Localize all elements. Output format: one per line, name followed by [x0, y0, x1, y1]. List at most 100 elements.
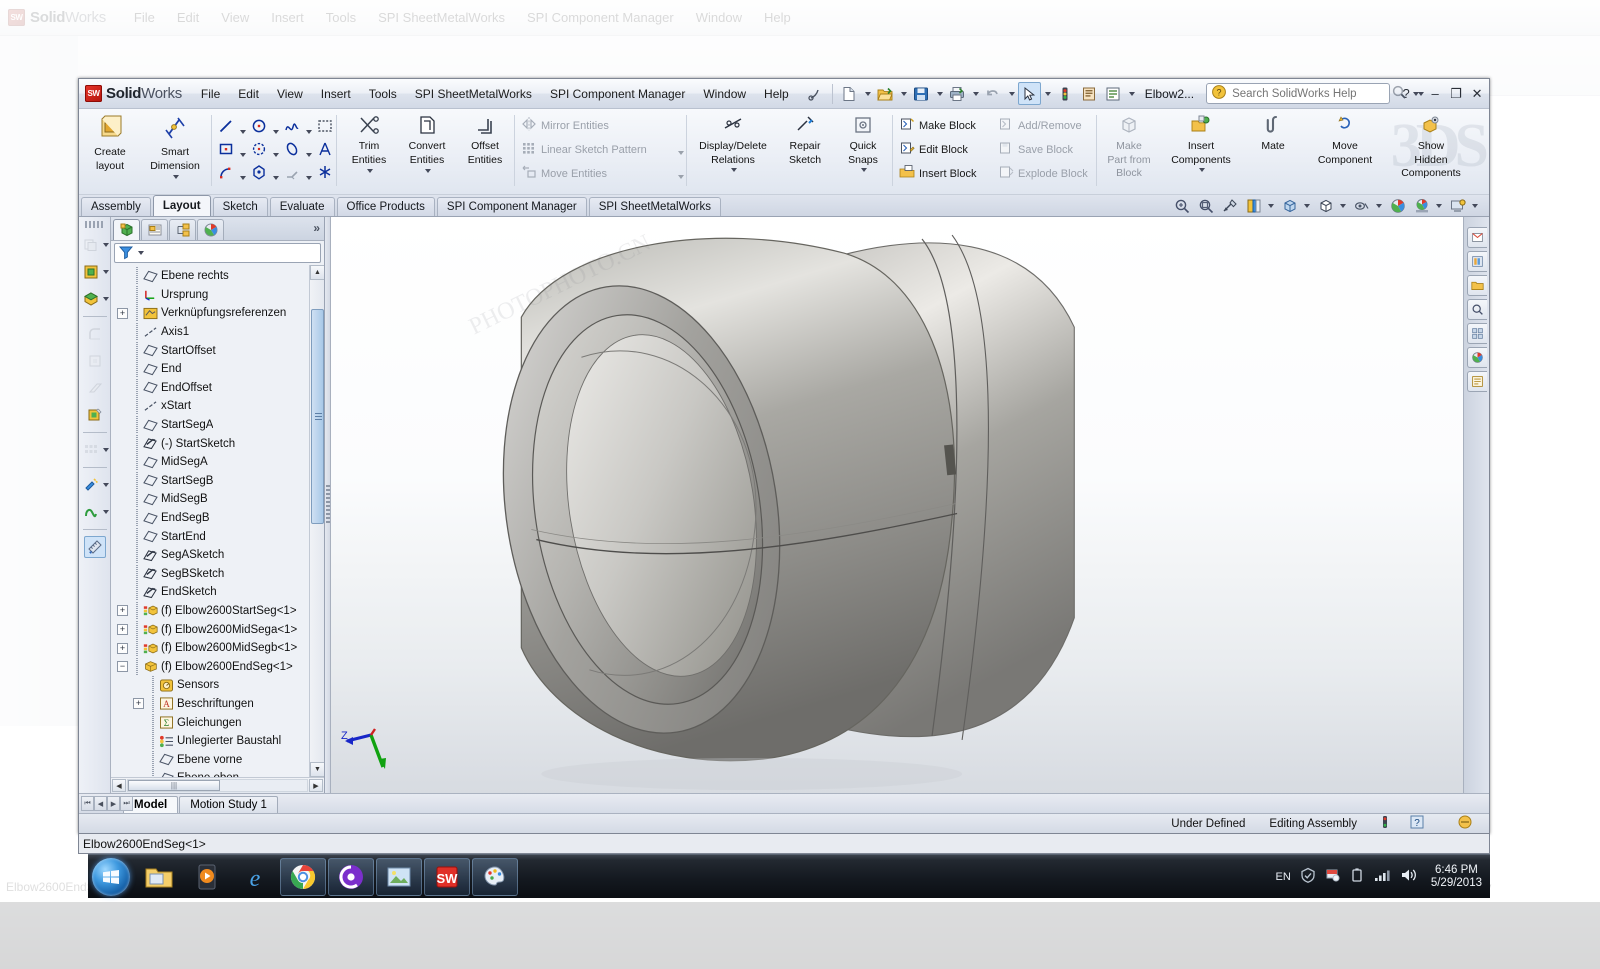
- tab-sketch[interactable]: Sketch: [212, 197, 268, 216]
- tree-hscroll-right[interactable]: ▶: [309, 779, 323, 792]
- tab-nav-buttons[interactable]: ⏮ ◀ ▶ ⏭: [81, 796, 133, 811]
- explode-block-button[interactable]: Explode Block: [995, 162, 1093, 185]
- tree-node[interactable]: Sensors: [111, 676, 324, 695]
- save-block-button[interactable]: Save Block: [995, 138, 1078, 161]
- create-layout-button[interactable]: Create layout: [81, 112, 139, 172]
- move-entities-button[interactable]: Move Entities: [518, 162, 612, 185]
- system-tray[interactable]: EN 6:46 PM 5/29/2013: [1276, 864, 1490, 890]
- new-doc-icon[interactable]: [838, 82, 861, 105]
- menu-bar[interactable]: File Edit View Insert Tools SPI SheetMetalWor…: [192, 79, 798, 108]
- text-icon[interactable]: [314, 138, 336, 160]
- task-pane[interactable]: [1463, 217, 1489, 793]
- zoom-to-area-icon[interactable]: [1195, 196, 1217, 215]
- tree-hscroll-left[interactable]: ◀: [112, 779, 126, 792]
- tree-node[interactable]: Ursprung: [111, 285, 324, 305]
- tree-node[interactable]: xStart: [111, 397, 324, 416]
- mate-button[interactable]: Mate: [1244, 112, 1302, 153]
- printer-icon[interactable]: [946, 82, 969, 105]
- new-motion-study-dropdown-caret[interactable]: [103, 297, 109, 301]
- volume-icon[interactable]: [1400, 867, 1418, 886]
- restore-button[interactable]: ❐: [1446, 84, 1466, 104]
- spline-dropdown[interactable]: [303, 115, 314, 137]
- view-orientation-icon[interactable]: [1279, 196, 1301, 215]
- circle-dropdown[interactable]: [270, 115, 281, 137]
- photo-viewer-icon[interactable]: [376, 857, 422, 896]
- custom-properties-icon[interactable]: [1466, 371, 1487, 392]
- apply-scene-dropdown-caret[interactable]: [1436, 203, 1442, 208]
- section-view-icon[interactable]: [1243, 196, 1265, 215]
- extrude-cut-icon[interactable]: [84, 350, 106, 372]
- smart-dimension-button[interactable]: Smart Dimension: [139, 112, 211, 179]
- belt-chain-icon[interactable]: [80, 501, 102, 523]
- rebuild-traffic-light-icon[interactable]: [1369, 814, 1401, 833]
- rectangle-dropdown[interactable]: [237, 138, 248, 160]
- fillet-dropdown[interactable]: [237, 161, 248, 183]
- search-icon[interactable]: [1466, 299, 1487, 320]
- more-tabs-icon[interactable]: »: [313, 221, 320, 235]
- tree-node[interactable]: Unlegierter Baustahl: [111, 732, 324, 751]
- feature-manager-design-tree-tab[interactable]: [113, 219, 140, 240]
- command-manager-tabs[interactable]: Assembly Layout Sketch Evaluate Office Produ…: [79, 195, 1489, 217]
- tree-node[interactable]: (-) StartSketch: [111, 434, 324, 453]
- smart-fasteners-icon[interactable]: [80, 474, 102, 496]
- linear-pattern-dropdown[interactable]: [675, 142, 686, 158]
- feature-manager-tab-strip[interactable]: »: [111, 217, 324, 241]
- tree-node[interactable]: End: [111, 360, 324, 379]
- property-manager-tab[interactable]: [141, 219, 168, 240]
- section-view-dropdown-caret[interactable]: [1268, 203, 1274, 208]
- overlay-icon[interactable]: [1433, 814, 1483, 833]
- taskbar-clock[interactable]: 6:46 PM 5/29/2013: [1427, 864, 1482, 890]
- sketch-fillet-icon[interactable]: [215, 161, 237, 183]
- sketch-chamfer-icon[interactable]: [281, 161, 303, 183]
- file-explorer-icon[interactable]: [1466, 275, 1487, 296]
- polygon-arc-icon[interactable]: [248, 138, 270, 160]
- search-input[interactable]: [1232, 87, 1387, 100]
- select-dropdown[interactable]: [1042, 82, 1053, 105]
- close-button[interactable]: ✕: [1467, 84, 1487, 104]
- tab-nav-button-0[interactable]: ⏮: [81, 796, 94, 811]
- circle-icon[interactable]: [248, 115, 270, 137]
- appearances-scenes-icon[interactable]: [1466, 347, 1487, 368]
- network-flag-icon[interactable]: [1325, 867, 1341, 886]
- arc-dropdown[interactable]: [270, 138, 281, 160]
- expand-plus-icon[interactable]: +: [117, 307, 128, 319]
- linear-component-pattern-dropdown-caret[interactable]: [103, 448, 109, 452]
- tab-nav-button-1[interactable]: ◀: [94, 796, 107, 811]
- hide-show-items-dropdown-caret[interactable]: [1376, 203, 1382, 208]
- view-palette-icon[interactable]: [1466, 323, 1487, 344]
- point-dropdown[interactable]: [270, 161, 281, 183]
- display-style-icon[interactable]: [1315, 196, 1337, 215]
- new-motion-study-icon[interactable]: [80, 288, 102, 310]
- line-dropdown[interactable]: [237, 115, 248, 137]
- clipboard-icon[interactable]: [1078, 82, 1101, 105]
- instant3d-icon[interactable]: [84, 404, 106, 426]
- tab-layout[interactable]: Layout: [152, 195, 211, 216]
- menu-item-spi-component-manager[interactable]: SPI Component Manager: [541, 79, 694, 108]
- feature-tree[interactable]: ▲ ▼ Ebene rechts Ursprung + Verknüpfungsref…: [111, 265, 324, 777]
- convert-entities-button[interactable]: Convert Entities: [398, 112, 456, 173]
- open-folder-icon[interactable]: [874, 82, 897, 105]
- insert-block-button[interactable]: Insert Block: [896, 162, 994, 185]
- apply-scene-icon[interactable]: [1411, 196, 1433, 215]
- tab-spi-component-manager[interactable]: SPI Component Manager: [436, 197, 587, 216]
- tree-filter-box[interactable]: [114, 243, 321, 263]
- make-block-button[interactable]: Make Block: [896, 114, 994, 137]
- action-center-icon[interactable]: [1300, 867, 1316, 886]
- quick-access-toolbar[interactable]: [798, 82, 1137, 105]
- chamfer-dropdown[interactable]: [303, 161, 314, 183]
- thunder-download-icon[interactable]: [328, 857, 374, 896]
- tree-node[interactable]: StartEnd: [111, 527, 324, 546]
- tree-node[interactable]: + (f) Elbow2600MidSegb<1>: [111, 639, 324, 658]
- tree-node[interactable]: MidSegA: [111, 453, 324, 472]
- expand-plus-icon[interactable]: +: [117, 624, 128, 636]
- tree-node[interactable]: SegBSketch: [111, 564, 324, 584]
- previous-view-icon[interactable]: [1219, 196, 1241, 215]
- move-entities-dropdown[interactable]: [675, 166, 686, 182]
- help-question-icon[interactable]: ?: [1401, 814, 1433, 833]
- tree-scroll-down[interactable]: ▼: [310, 762, 324, 777]
- options-list-icon[interactable]: [1102, 82, 1125, 105]
- smart-fasteners-dropdown-caret[interactable]: [103, 483, 109, 487]
- undo-dropdown[interactable]: [1006, 82, 1017, 105]
- edit-appearance-icon[interactable]: [1387, 196, 1409, 215]
- rail-drag-grip[interactable]: [84, 221, 105, 228]
